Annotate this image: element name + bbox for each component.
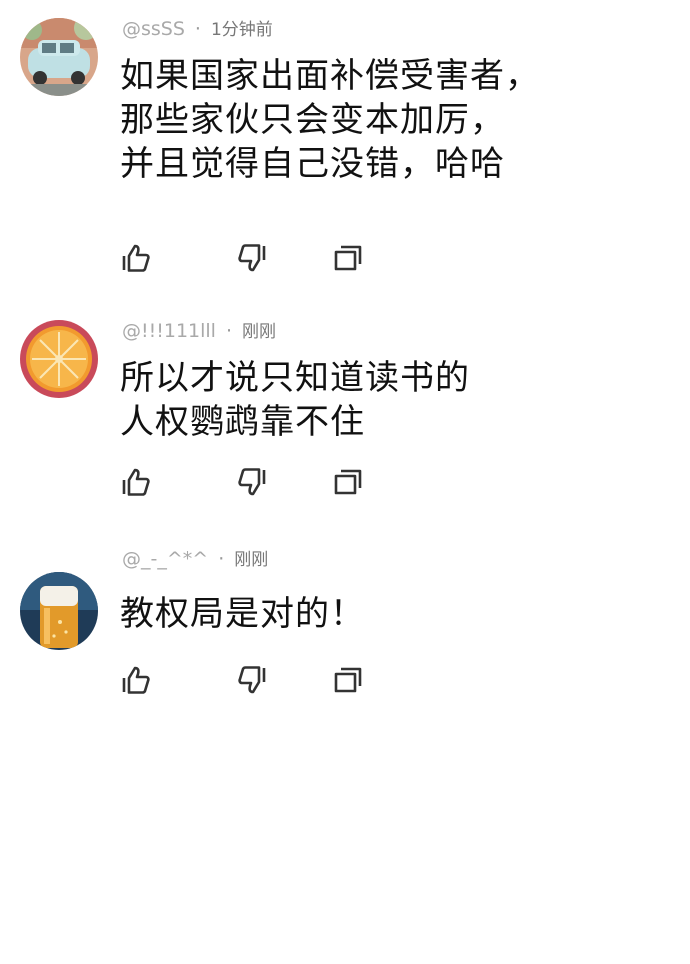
comment-meta: @!!!111lll · 刚刚 bbox=[122, 316, 276, 346]
avatar[interactable] bbox=[20, 18, 98, 96]
like-button[interactable] bbox=[120, 466, 152, 498]
comment-text: 如果国家出面补偿受害者， 那些家伙只会变本加厉， 并且觉得自己没错，哈哈 bbox=[120, 56, 540, 184]
avatar[interactable] bbox=[20, 572, 98, 650]
reply-button[interactable] bbox=[332, 242, 364, 274]
reply-icon bbox=[334, 667, 362, 693]
comment-meta: @_-_^*^ · 刚刚 bbox=[122, 544, 268, 574]
like-button[interactable] bbox=[120, 664, 152, 696]
reply-button[interactable] bbox=[332, 466, 364, 498]
beer-glass-avatar-icon bbox=[20, 572, 98, 650]
comment-actions bbox=[120, 664, 380, 696]
like-icon bbox=[122, 468, 150, 496]
comment-actions bbox=[120, 466, 380, 498]
meta-separator: · bbox=[218, 548, 225, 570]
username[interactable]: @!!!111lll bbox=[122, 320, 216, 342]
dislike-icon bbox=[238, 666, 266, 694]
dislike-button[interactable] bbox=[236, 466, 268, 498]
meta-separator: · bbox=[225, 320, 232, 342]
dislike-button[interactable] bbox=[236, 242, 268, 274]
username[interactable]: @ssSS bbox=[122, 18, 185, 40]
like-icon bbox=[122, 244, 150, 272]
meta-separator: · bbox=[194, 18, 201, 40]
orange-slice-avatar-icon bbox=[20, 320, 98, 398]
comment-text: 教权局是对的！ bbox=[120, 594, 365, 634]
reply-icon bbox=[334, 245, 362, 271]
username[interactable]: @_-_^*^ bbox=[122, 548, 208, 570]
dislike-button[interactable] bbox=[236, 664, 268, 696]
timestamp: 1分钟前 bbox=[210, 20, 273, 40]
vintage-car-avatar-icon bbox=[20, 18, 98, 96]
reply-icon bbox=[334, 469, 362, 495]
avatar[interactable] bbox=[20, 320, 98, 398]
like-button[interactable] bbox=[120, 242, 152, 274]
timestamp: 刚刚 bbox=[234, 550, 269, 570]
dislike-icon bbox=[238, 468, 266, 496]
comment-meta: @ssSS · 1分钟前 bbox=[122, 14, 273, 44]
dislike-icon bbox=[238, 244, 266, 272]
timestamp: 刚刚 bbox=[242, 322, 276, 342]
reply-button[interactable] bbox=[332, 664, 364, 696]
like-icon bbox=[122, 666, 150, 694]
comment-actions bbox=[120, 242, 380, 274]
comment-text: 所以才说只知道读书的 人权鹦鹉靠不住 bbox=[120, 358, 470, 442]
